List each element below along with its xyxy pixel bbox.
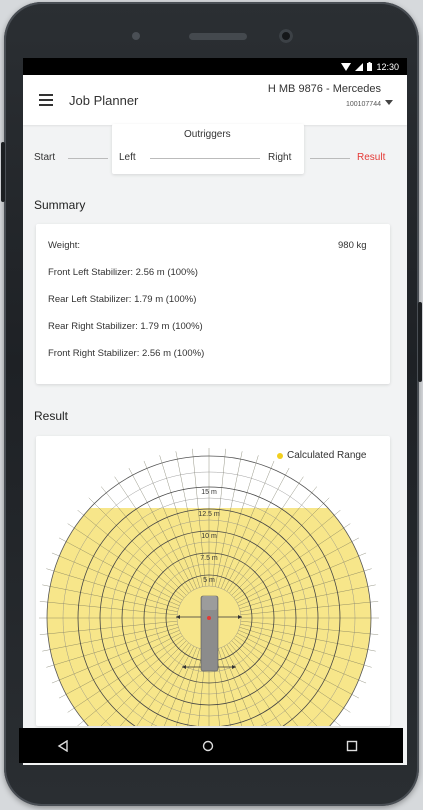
page-title: Job Planner bbox=[69, 92, 139, 108]
summary-title: Summary bbox=[34, 198, 86, 212]
home-icon[interactable] bbox=[202, 740, 214, 752]
app-bar: Job Planner H MB 9876 - Mercedes 1001077… bbox=[23, 75, 407, 125]
ring-label-5m: 5 m bbox=[203, 577, 215, 584]
vehicle-name: H MB 9876 - Mercedes bbox=[267, 83, 381, 95]
legend-label: Calculated Range bbox=[287, 450, 367, 461]
crane-center-dot bbox=[207, 616, 211, 620]
power-button bbox=[1, 142, 5, 202]
weight-value: 980 kg bbox=[338, 240, 367, 251]
step-connector bbox=[68, 158, 108, 159]
step-connector bbox=[150, 158, 260, 159]
front-left-stabilizer: Front Left Stabilizer: 2.56 m (100%) bbox=[48, 267, 198, 278]
result-title: Result bbox=[34, 409, 69, 423]
step-result[interactable]: Result bbox=[357, 152, 385, 163]
weight-label: Weight: bbox=[48, 240, 81, 251]
battery-icon bbox=[367, 62, 373, 71]
chevron-down-icon[interactable] bbox=[385, 100, 393, 105]
front-camera bbox=[279, 29, 293, 43]
stepper-title: Outriggers bbox=[184, 129, 231, 140]
legend-dot bbox=[277, 453, 283, 459]
back-icon[interactable] bbox=[57, 740, 69, 752]
hamburger-icon[interactable] bbox=[39, 94, 53, 106]
navigation-bar bbox=[19, 728, 403, 763]
result-card: 15 m 12.5 m 10 m 7.5 m 5 m Calculated Ra… bbox=[36, 436, 390, 726]
rear-left-stabilizer: Rear Left Stabilizer: 1.79 m (100%) bbox=[48, 294, 197, 305]
ring-label-7-5m: 7.5 m bbox=[200, 555, 218, 562]
rear-right-stabilizer: Rear Right Stabilizer: 1.79 m (100%) bbox=[48, 321, 203, 332]
ring-label-15m: 15 m bbox=[201, 489, 217, 496]
volume-button bbox=[418, 302, 422, 382]
vehicle-selector[interactable]: H MB 9876 - Mercedes 100107744 bbox=[268, 83, 381, 108]
ring-label-12-5m: 12.5 m bbox=[198, 511, 220, 518]
sensor-dot bbox=[132, 32, 140, 40]
step-connector bbox=[310, 158, 350, 159]
earpiece-speaker bbox=[189, 33, 247, 40]
front-right-stabilizer: Front Right Stabilizer: 2.56 m (100%) bbox=[48, 348, 205, 359]
step-left[interactable]: Left bbox=[119, 152, 136, 163]
status-time: 12:30 bbox=[376, 61, 399, 72]
vehicle-cab bbox=[202, 596, 217, 610]
ring-label-10m: 10 m bbox=[201, 533, 217, 540]
step-right[interactable]: Right bbox=[268, 152, 291, 163]
signal-icon bbox=[355, 62, 364, 71]
status-bar: 12:30 bbox=[23, 58, 407, 75]
step-start[interactable]: Start bbox=[34, 152, 55, 163]
range-diagram: 15 m 12.5 m 10 m 7.5 m 5 m bbox=[39, 448, 379, 726]
recent-apps-icon[interactable] bbox=[346, 740, 358, 752]
wifi-icon bbox=[341, 62, 352, 71]
vehicle-id: 100107744 bbox=[345, 101, 381, 108]
